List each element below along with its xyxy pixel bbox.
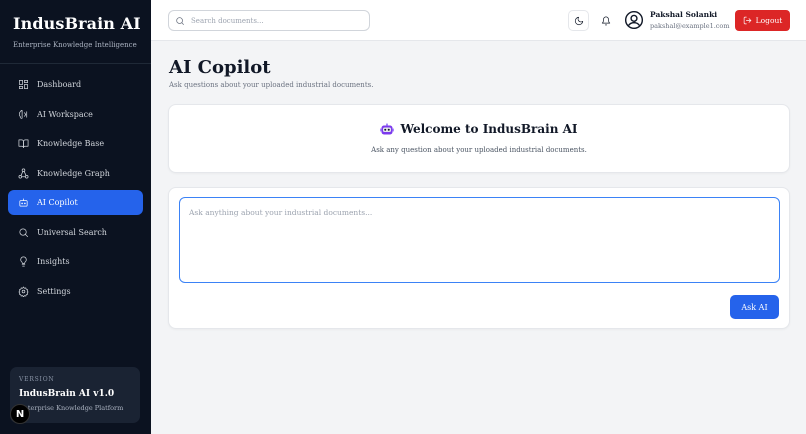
sidebar-item-knowledge-graph[interactable]: Knowledge Graph <box>8 161 143 186</box>
sidebar-divider <box>0 63 151 64</box>
user-info: Pakshal Solanki pakshal@example1.com <box>650 10 730 30</box>
search-input[interactable] <box>191 16 361 25</box>
sidebar-nav: Dashboard AI Workspace Knowledge Base Kn… <box>8 72 143 308</box>
page-subtitle: Ask questions about your uploaded indust… <box>169 81 374 89</box>
sidebar-item-label: AI Workspace <box>37 109 93 119</box>
search-icon <box>176 16 185 25</box>
sidebar-item-dashboard[interactable]: Dashboard <box>8 72 143 97</box>
sidebar-item-label: Dashboard <box>37 80 82 89</box>
lightbulb-icon <box>17 256 29 268</box>
brand-subtitle: Enterprise Knowledge Intelligence <box>13 41 137 49</box>
welcome-card: Welcome to IndusBrain AI Ask any questio… <box>168 104 790 173</box>
gear-icon <box>17 285 29 297</box>
sidebar-item-label: Insights <box>37 257 70 266</box>
book-icon <box>17 138 29 150</box>
robot-icon <box>380 123 395 134</box>
version-description: Enterprise Knowledge Platform <box>19 404 124 412</box>
sidebar-item-knowledge-base[interactable]: Knowledge Base <box>8 131 143 156</box>
page-title: AI Copilot <box>169 57 271 78</box>
user-name: Pakshal Solanki <box>650 10 718 19</box>
sidebar-item-universal-search[interactable]: Universal Search <box>8 220 143 245</box>
search-box[interactable] <box>168 10 370 31</box>
user-email: pakshal@example1.com <box>650 22 730 30</box>
version-name: IndusBrain AI v1.0 <box>19 389 115 399</box>
sidebar-item-settings[interactable]: Settings <box>8 279 143 304</box>
brand-title: IndusBrain AI <box>13 14 141 33</box>
bot-icon <box>17 197 29 209</box>
ask-ai-button[interactable]: Ask AI <box>730 295 779 319</box>
top-header: Pakshal Solanki pakshal@example1.com Log… <box>151 0 806 41</box>
bell-icon <box>601 15 610 25</box>
brand: IndusBrain AI Enterprise Knowledge Intel… <box>13 14 141 49</box>
avatar[interactable] <box>624 10 644 30</box>
sidebar: IndusBrain AI Enterprise Knowledge Intel… <box>0 0 151 434</box>
sidebar-item-label: AI Copilot <box>37 198 78 207</box>
sidebar-item-ai-copilot[interactable]: AI Copilot <box>8 190 143 215</box>
chat-card: Ask AI <box>168 187 790 329</box>
dev-tools-badge[interactable]: N <box>10 404 30 424</box>
welcome-title-text: Welcome to IndusBrain AI <box>400 122 578 136</box>
graph-icon <box>17 167 29 179</box>
logout-label: Logout <box>755 16 783 25</box>
sidebar-item-label: Universal Search <box>37 227 107 237</box>
sidebar-item-label: Knowledge Graph <box>37 168 110 178</box>
welcome-subtitle: Ask any question about your uploaded ind… <box>371 146 587 154</box>
sidebar-item-ai-workspace[interactable]: AI Workspace <box>8 102 143 127</box>
dashboard-icon <box>17 79 29 91</box>
moon-icon <box>574 16 583 25</box>
sidebar-item-insights[interactable]: Insights <box>8 249 143 274</box>
welcome-title: Welcome to IndusBrain AI <box>169 122 789 136</box>
logout-icon <box>743 16 751 25</box>
brain-icon <box>17 108 29 120</box>
sidebar-item-label: Settings <box>37 286 71 296</box>
chat-input[interactable] <box>179 197 780 283</box>
sidebar-item-label: Knowledge Base <box>37 139 105 148</box>
notifications-button[interactable] <box>595 10 616 31</box>
search-icon <box>17 226 29 238</box>
user-circle-icon <box>624 10 644 30</box>
theme-toggle-button[interactable] <box>568 10 589 31</box>
logout-button[interactable]: Logout <box>735 10 790 31</box>
version-label: VERSION <box>19 376 55 383</box>
